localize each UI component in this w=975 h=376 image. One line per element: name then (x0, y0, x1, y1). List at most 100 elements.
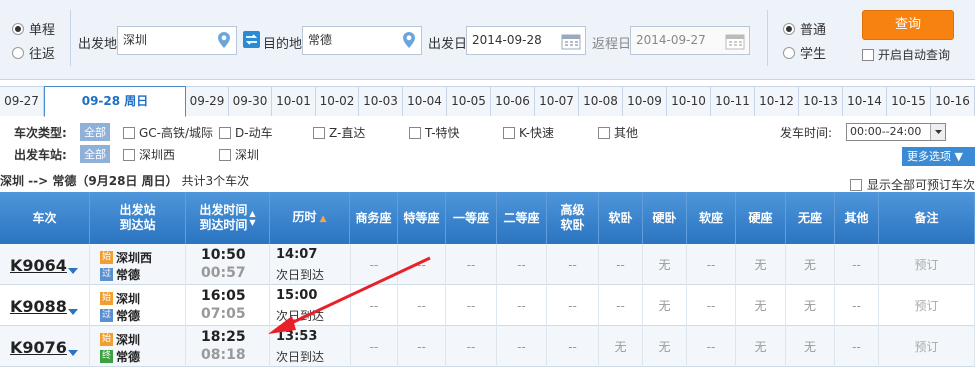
date-tab[interactable]: 10-07 (535, 86, 579, 116)
depart-time-select[interactable]: 00:00--24:00 (846, 123, 946, 141)
from-station: 始深圳 (100, 333, 141, 347)
seat-availability: -- (497, 285, 547, 326)
return-date-input[interactable]: 2014-09-27 (630, 26, 750, 55)
train-number-link[interactable]: K9088 (10, 297, 67, 316)
header-duration[interactable]: 历时 ▲ (270, 192, 350, 244)
header-seat: 商务座 (350, 192, 398, 244)
column-divider (89, 244, 90, 285)
header-seat: 二等座 (497, 192, 547, 244)
header-seat: 高级 软卧 (547, 192, 599, 244)
date-tab[interactable]: 10-02 (316, 86, 359, 116)
seat-availability: -- (687, 326, 736, 367)
checkbox-icon (123, 126, 135, 139)
expand-arrow-icon[interactable] (68, 309, 78, 315)
filter-type-t[interactable]: T-特快 (409, 124, 460, 141)
book-button[interactable]: 预订 (879, 326, 975, 367)
header-stations: 出发站 到达站 (90, 192, 186, 244)
expand-arrow-icon[interactable] (68, 268, 78, 274)
trip-type-oneway[interactable]: 单程 (12, 19, 55, 38)
seat-availability: 无 (736, 326, 786, 367)
date-tab[interactable]: 10-13 (799, 86, 843, 116)
trip-type-roundtrip[interactable]: 往返 (12, 43, 55, 62)
passenger-type-normal[interactable]: 普通 (783, 19, 826, 38)
train-type-filter: 车次类型: 全部 (14, 123, 119, 141)
date-tab[interactable]: 10-09 (623, 86, 667, 116)
date-tab[interactable]: 10-04 (403, 86, 447, 116)
arrive-time: 00:57 (201, 265, 246, 281)
date-tab[interactable]: 10-06 (491, 86, 535, 116)
seat-availability: -- (547, 285, 599, 326)
date-tab[interactable]: 10-16 (931, 86, 975, 116)
date-tab[interactable]: 10-01 (272, 86, 316, 116)
filter-station-shenzhen[interactable]: 深圳 (219, 146, 259, 163)
radio-icon (783, 22, 795, 35)
date-tab[interactable]: 09-27 (0, 86, 44, 116)
book-button[interactable]: 预订 (879, 244, 975, 285)
seat-availability: 无 (786, 244, 835, 285)
expand-arrow-icon[interactable] (68, 350, 78, 356)
date-tab[interactable]: 10-03 (359, 86, 403, 116)
radio-icon (12, 22, 24, 35)
date-tab[interactable]: 09-30 (229, 86, 272, 116)
header-seat: 软卧 (599, 192, 643, 244)
depart-date-input[interactable]: 2014-09-28 (466, 26, 586, 55)
station-filter: 出发车站: 全部 (14, 145, 119, 163)
train-number-link[interactable]: K9064 (10, 256, 67, 275)
seat-availability: -- (446, 285, 497, 326)
calendar-icon (725, 34, 745, 50)
train-number-link[interactable]: K9076 (10, 338, 67, 357)
seat-availability: 无 (786, 285, 835, 326)
seat-availability: -- (350, 326, 398, 367)
seat-availability: 无 (736, 285, 786, 326)
seat-availability: -- (446, 244, 497, 285)
seat-availability: -- (398, 285, 446, 326)
depart-time: 10:50 (201, 247, 246, 263)
depart-time-label: 发车时间: (780, 126, 833, 140)
date-tab[interactable]: 09-29 (186, 86, 229, 116)
type-all-button[interactable]: 全部 (80, 123, 110, 141)
seat-availability: 无 (599, 326, 643, 367)
table-header: 车次 出发站 到达站 出发时间 到达时间 ▲ ▼ 历时 ▲ 商务座 特等座 一等座 二等座 高级 软卧软… (0, 192, 975, 244)
date-tab[interactable]: 10-10 (667, 86, 711, 116)
filter-type-gc[interactable]: GC-高铁/城际 (123, 124, 213, 141)
filter-type-d[interactable]: D-动车 (219, 124, 273, 141)
from-station: 始深圳西 (100, 251, 153, 265)
more-options-button[interactable]: 更多选项 ▼ (902, 147, 975, 166)
search-button[interactable]: 查询 (862, 10, 954, 40)
book-button[interactable]: 预订 (879, 285, 975, 326)
checkbox-icon (862, 48, 874, 61)
filter-type-k[interactable]: K-快速 (503, 124, 554, 141)
duration-note: 次日到达 (276, 309, 325, 323)
from-input[interactable]: 深圳 (117, 26, 237, 55)
chevron-down-icon (930, 124, 945, 140)
passenger-type-student[interactable]: 学生 (783, 43, 826, 62)
to-input[interactable]: 常德 (302, 26, 422, 55)
date-tabs: 09-27 09-28 周日 09-29 09-30 10-01 10-02 10-03 10… (0, 86, 975, 117)
filter-type-other[interactable]: 其他 (598, 124, 638, 141)
date-tab[interactable]: 10-11 (711, 86, 755, 116)
to-label: 目的地 (263, 37, 303, 52)
swap-icon[interactable] (243, 31, 260, 48)
seat-availability: -- (835, 244, 879, 285)
column-divider (89, 285, 90, 326)
header-times[interactable]: 出发时间 到达时间 ▲ ▼ (186, 192, 270, 244)
date-tab[interactable]: 10-08 (579, 86, 623, 116)
date-tab[interactable]: 10-15 (887, 86, 931, 116)
auto-query-toggle[interactable]: 开启自动查询 (862, 46, 950, 63)
to-station: 终常德 (100, 350, 141, 364)
depart-time: 16:05 (201, 288, 246, 304)
radio-icon (783, 46, 795, 59)
seat-availability: 无 (736, 244, 786, 285)
date-tab[interactable]: 09-28 周日 (44, 86, 186, 117)
filter-type-z[interactable]: Z-直达 (313, 124, 365, 141)
date-tab[interactable]: 10-12 (755, 86, 799, 116)
station-all-button[interactable]: 全部 (80, 145, 110, 163)
sort-icon: ▲ ▼ (249, 209, 256, 227)
calendar-icon (561, 34, 581, 50)
date-tab[interactable]: 10-14 (843, 86, 887, 116)
date-tab[interactable]: 10-05 (447, 86, 491, 116)
seat-availability: 无 (643, 285, 687, 326)
divider (767, 10, 768, 66)
column-divider (269, 326, 270, 367)
filter-station-shenzhenxi[interactable]: 深圳西 (123, 146, 175, 163)
